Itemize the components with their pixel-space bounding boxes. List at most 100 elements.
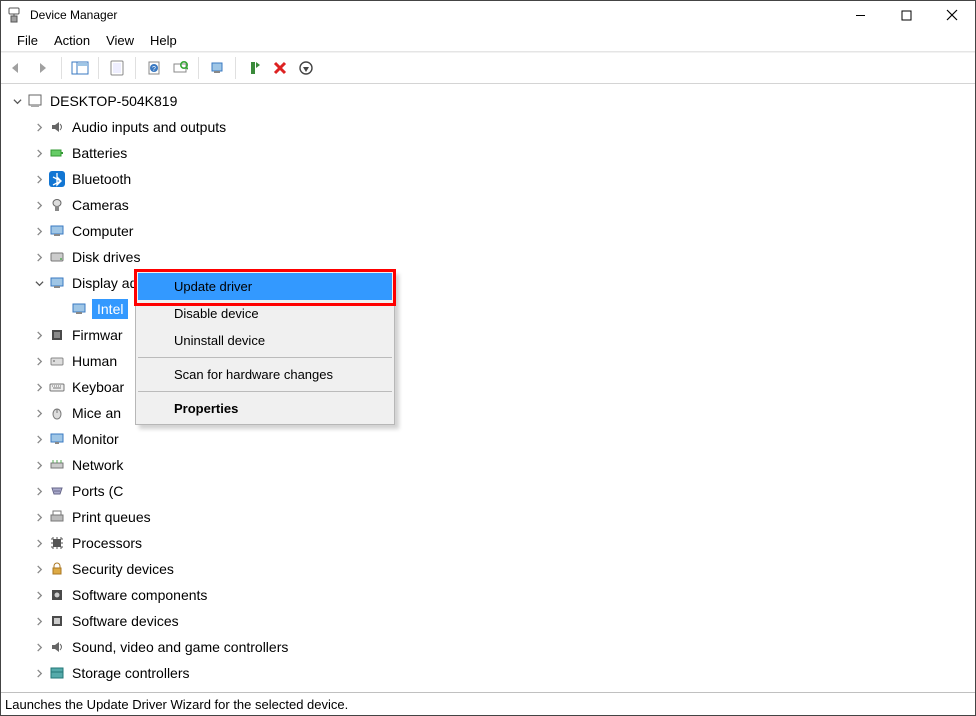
help-button[interactable]: ? [142,56,166,80]
tree-category-label: Bluetooth [70,171,133,187]
twisty-collapsed-icon[interactable] [31,457,47,473]
category-icon [49,223,65,239]
twisty-expanded-icon[interactable] [31,275,47,291]
tree-category[interactable]: Bluetooth [1,166,975,192]
tree-category-label: Print queues [70,509,153,525]
twisty-collapsed-icon[interactable] [31,249,47,265]
show-hide-tree-button[interactable] [68,56,92,80]
uninstall-device-button[interactable] [268,56,292,80]
tree-category-label: Firmwar [70,327,125,343]
tree-category-label: Security devices [70,561,176,577]
computer-root-icon [27,93,43,109]
statusbar: Launches the Update Driver Wizard for th… [1,692,975,715]
ctx-scan-hardware[interactable]: Scan for hardware changes [138,361,392,388]
tree-category[interactable]: Cameras [1,192,975,218]
twisty-collapsed-icon[interactable] [31,561,47,577]
window-title: Device Manager [30,8,117,22]
tree-category[interactable]: Print queues [1,504,975,530]
tree-category[interactable]: Computer [1,218,975,244]
menu-help[interactable]: Help [142,29,185,51]
twisty-collapsed-icon[interactable] [31,509,47,525]
enable-device-button[interactable] [242,56,266,80]
tree-category[interactable]: Processors [1,530,975,556]
ctx-disable-device[interactable]: Disable device [138,300,392,327]
tree-category[interactable]: Security devices [1,556,975,582]
scan-hardware-button[interactable] [168,56,192,80]
tree-category[interactable]: Storage controllers [1,660,975,686]
svg-text:?: ? [152,66,156,73]
tree-root-label: DESKTOP-504K819 [48,93,179,109]
tree-category[interactable]: Network [1,452,975,478]
twisty-collapsed-icon[interactable] [31,197,47,213]
close-button[interactable] [929,1,975,29]
category-icon [49,483,65,499]
twisty-collapsed-icon[interactable] [31,171,47,187]
menubar: File Action View Help [1,29,975,52]
toolbar: ? [1,52,975,84]
twisty-collapsed-icon[interactable] [31,639,47,655]
twisty-collapsed-icon[interactable] [31,483,47,499]
tree-category[interactable]: Disk drives [1,244,975,270]
category-icon [49,327,65,343]
twisty-collapsed-icon[interactable] [31,405,47,421]
tree-category[interactable]: Sound, video and game controllers [1,634,975,660]
ctx-properties[interactable]: Properties [138,395,392,422]
tree-category[interactable]: Ports (C [1,478,975,504]
twisty-collapsed-icon[interactable] [31,691,47,692]
category-icon [49,145,65,161]
back-button[interactable] [5,56,29,80]
tree-category-label: System devices [70,691,172,692]
ctx-uninstall-device[interactable]: Uninstall device [138,327,392,354]
twisty-collapsed-icon[interactable] [31,119,47,135]
tree-category[interactable]: Software components [1,582,975,608]
tree-category[interactable]: Audio inputs and outputs [1,114,975,140]
category-icon [49,275,65,291]
display-adapter-icon [71,301,87,317]
maximize-button[interactable] [883,1,929,29]
tree-category-label: Cameras [70,197,131,213]
category-icon [49,691,65,692]
twisty-collapsed-icon[interactable] [31,665,47,681]
tree-category-label: Disk drives [70,249,142,265]
tree-category[interactable]: Monitor [1,426,975,452]
forward-button[interactable] [31,56,55,80]
menu-file[interactable]: File [9,29,46,51]
tree-category-label: Audio inputs and outputs [70,119,228,135]
tree-category-label: Batteries [70,145,129,161]
tree-category[interactable]: System devices [1,686,975,692]
tree-category-label: Storage controllers [70,665,192,681]
twisty-collapsed-icon[interactable] [31,145,47,161]
add-legacy-button[interactable] [294,56,318,80]
twisty-collapsed-icon[interactable] [31,223,47,239]
update-driver-button[interactable] [205,56,229,80]
toolbar-separator [135,57,136,79]
menu-action[interactable]: Action [46,29,98,51]
twisty-collapsed-icon[interactable] [31,431,47,447]
tree-category-label: Processors [70,535,144,551]
twisty-collapsed-icon[interactable] [31,613,47,629]
category-icon [49,171,65,187]
tree-category[interactable]: Batteries [1,140,975,166]
toolbar-separator [235,57,236,79]
tree-root[interactable]: DESKTOP-504K819 [1,88,975,114]
tree-category-label: Software devices [70,613,181,629]
tree-device-label: Intel [92,299,128,319]
ctx-update-driver[interactable]: Update driver [138,273,392,300]
properties-button[interactable] [105,56,129,80]
category-icon [49,587,65,603]
twisty-collapsed-icon[interactable] [31,327,47,343]
category-icon [49,561,65,577]
twisty-collapsed-icon[interactable] [31,379,47,395]
twisty-collapsed-icon[interactable] [31,587,47,603]
twisty-collapsed-icon[interactable] [31,535,47,551]
twisty-expanded-icon[interactable] [9,93,25,109]
device-tree[interactable]: DESKTOP-504K819 Audio inputs and outputs… [1,84,975,692]
menu-view[interactable]: View [98,29,142,51]
twisty-none [53,301,69,317]
tree-category[interactable]: Software devices [1,608,975,634]
titlebar[interactable]: Device Manager [1,1,975,29]
twisty-collapsed-icon[interactable] [31,353,47,369]
minimize-button[interactable] [837,1,883,29]
tree-category-label: Mice an [70,405,123,421]
category-icon [49,509,65,525]
